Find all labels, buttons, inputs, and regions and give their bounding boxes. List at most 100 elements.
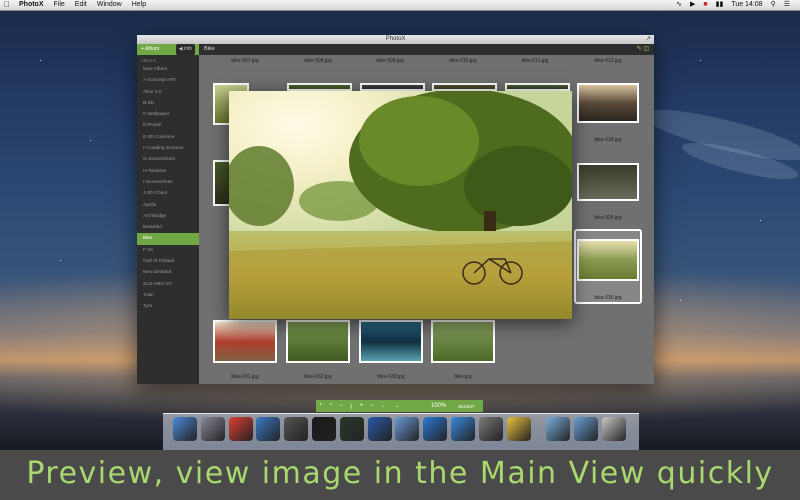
- add-album-button[interactable]: + Album: [141, 44, 159, 55]
- menu-edit[interactable]: Edit: [70, 0, 92, 10]
- thumbnail-filename: bike-030.jpg: [594, 295, 622, 301]
- window-title: PhotoX: [385, 36, 406, 42]
- thumbnail[interactable]: [213, 320, 277, 363]
- thumbnail[interactable]: [287, 83, 352, 91]
- sidebar-item[interactable]: Tyre: [137, 301, 199, 312]
- thumbnail[interactable]: [505, 83, 570, 91]
- sidebar-item[interactable]: Beautiful: [137, 222, 199, 233]
- sidebar: + Album ◀ info Albums New Album A-Concept…: [137, 44, 199, 384]
- sidebar-item[interactable]: Train: [137, 290, 199, 301]
- preview-control-bar: ⌜ ⌝ − ∣ + − ← → 100% 824/347: [316, 400, 483, 412]
- thumbnail-filename: bike-024.jpg: [594, 215, 622, 221]
- thumbnail-filename: bike-010.jpg: [449, 58, 477, 64]
- dock: [163, 413, 639, 450]
- thumbnail-filename: bike-007.jpg: [231, 58, 259, 64]
- window-titlebar[interactable]: PhotoX ↗: [137, 35, 654, 44]
- sidebar-item[interactable]: E-3D Columns: [137, 132, 199, 143]
- thumbnail[interactable]: [359, 320, 423, 363]
- thumbnail[interactable]: [360, 83, 425, 91]
- next-icon[interactable]: →: [390, 403, 403, 409]
- sidebar-item[interactable]: H-Textures: [137, 166, 199, 177]
- promo-caption: Preview, view image in the Main View qui…: [0, 450, 800, 500]
- toolbar-icons[interactable]: ✎ ◫: [637, 44, 649, 55]
- crop-icon[interactable]: ⌝: [326, 403, 336, 410]
- launchpad-icon[interactable]: [200, 417, 225, 441]
- sidebar-header: + Album ◀ info: [137, 44, 199, 55]
- sidebar-item[interactable]: A-Concept ART: [137, 75, 199, 86]
- trash-icon[interactable]: [602, 417, 626, 441]
- menu-file[interactable]: File: [49, 0, 70, 10]
- downloads-folder-icon[interactable]: [574, 417, 599, 441]
- photox-icon[interactable]: [506, 417, 531, 441]
- fullscreen-icon[interactable]: ↗: [646, 35, 651, 44]
- sidebar-item[interactable]: B-3D: [137, 98, 199, 109]
- thumbnail[interactable]: [286, 320, 350, 363]
- battery-icon[interactable]: ▮▮: [712, 0, 728, 10]
- volume-icon[interactable]: ▶: [686, 0, 699, 10]
- thumbnail-filename: bike-008.jpg: [304, 58, 332, 64]
- sidebar-item[interactable]: Bike: [137, 233, 199, 245]
- minus-icon[interactable]: −: [367, 403, 378, 409]
- zoom-in-icon[interactable]: +: [356, 403, 367, 409]
- clock[interactable]: Tue 14:08: [727, 0, 766, 10]
- menu-help[interactable]: Help: [127, 0, 151, 10]
- sidebar-item[interactable]: J-3D Chars: [137, 188, 199, 199]
- zoom-level: 100%: [430, 403, 447, 409]
- thumbnail[interactable]: [431, 320, 495, 363]
- sidebar-item[interactable]: G-Screenshots: [137, 154, 199, 165]
- folder-icon[interactable]: [546, 417, 571, 441]
- menu-window[interactable]: Window: [92, 0, 127, 10]
- search-icon[interactable]: ⚲: [767, 0, 780, 10]
- thumbnail[interactable]: [577, 163, 639, 201]
- wallpaper-star: [700, 60, 701, 61]
- image-preview[interactable]: [229, 91, 572, 319]
- word-icon[interactable]: [367, 417, 392, 441]
- sidebar-item[interactable]: I-Screenshots: [137, 177, 199, 188]
- activity-monitor-icon[interactable]: [339, 417, 364, 441]
- sidebar-item[interactable]: F-Loading Screens: [137, 143, 199, 154]
- prev-icon[interactable]: ←: [377, 403, 390, 409]
- status-area: ∿ ▶ ■ ▮▮ Tue 14:08 ⚲ ☰: [672, 0, 800, 10]
- chrome-icon[interactable]: [228, 417, 253, 441]
- itunes-icon[interactable]: [423, 417, 448, 441]
- sidebar-item[interactable]: Alive 4.0: [137, 87, 199, 98]
- info-button[interactable]: ◀ info: [175, 44, 195, 55]
- apple-icon[interactable]: : [0, 0, 14, 10]
- info-label: info: [183, 46, 192, 52]
- app-store-icon[interactable]: [451, 417, 475, 441]
- preview-icon[interactable]: [395, 417, 420, 441]
- thumbnail[interactable]: [577, 83, 639, 123]
- main-header: Bike ✎ ◫: [199, 44, 654, 55]
- wallpaper-star: [680, 300, 681, 301]
- sidebar-item[interactable]: D-Poster: [137, 120, 199, 131]
- sublime-icon[interactable]: [284, 417, 309, 441]
- sidebar-item[interactable]: SLS AMG GT: [137, 279, 199, 290]
- sidebar-item[interactable]: Golf of Finland: [137, 256, 199, 267]
- sidebar-item[interactable]: New Album: [137, 64, 199, 75]
- preview-photo: [229, 91, 572, 319]
- thumbnail[interactable]: [577, 239, 639, 281]
- thumbnail[interactable]: [432, 83, 497, 91]
- wallpaper-star: [90, 140, 91, 141]
- xcode-icon[interactable]: [256, 417, 281, 441]
- wifi-icon[interactable]: ∿: [672, 0, 686, 10]
- system-preferences-icon[interactable]: [478, 417, 503, 441]
- sidebar-item[interactable]: New Zealand: [137, 267, 199, 278]
- list-icon[interactable]: ☰: [780, 0, 794, 10]
- actual-size-icon[interactable]: ∣: [346, 403, 356, 410]
- sidebar-item[interactable]: Archbridge: [137, 211, 199, 222]
- finder-icon[interactable]: [173, 417, 197, 441]
- sidebar-item[interactable]: C-Wallpaper: [137, 109, 199, 120]
- sidebar-item[interactable]: F-16: [137, 245, 199, 256]
- sidebar-item[interactable]: Aprilia: [137, 200, 199, 211]
- flag-icon[interactable]: ■: [699, 0, 711, 10]
- menu-app-name[interactable]: PhotoX: [14, 0, 49, 10]
- image-count: 824/347: [458, 403, 475, 409]
- sidebar-caption: Albums: [141, 58, 157, 63]
- wallpaper-star: [60, 260, 61, 261]
- thumbnail-filename: bike-009.jpg: [376, 58, 404, 64]
- zoom-out-icon[interactable]: −: [336, 403, 347, 409]
- thumbnail-filename: bike-012.jpg: [594, 58, 622, 64]
- terminal-icon[interactable]: [312, 417, 336, 441]
- fit-icon[interactable]: ⌜: [316, 403, 326, 410]
